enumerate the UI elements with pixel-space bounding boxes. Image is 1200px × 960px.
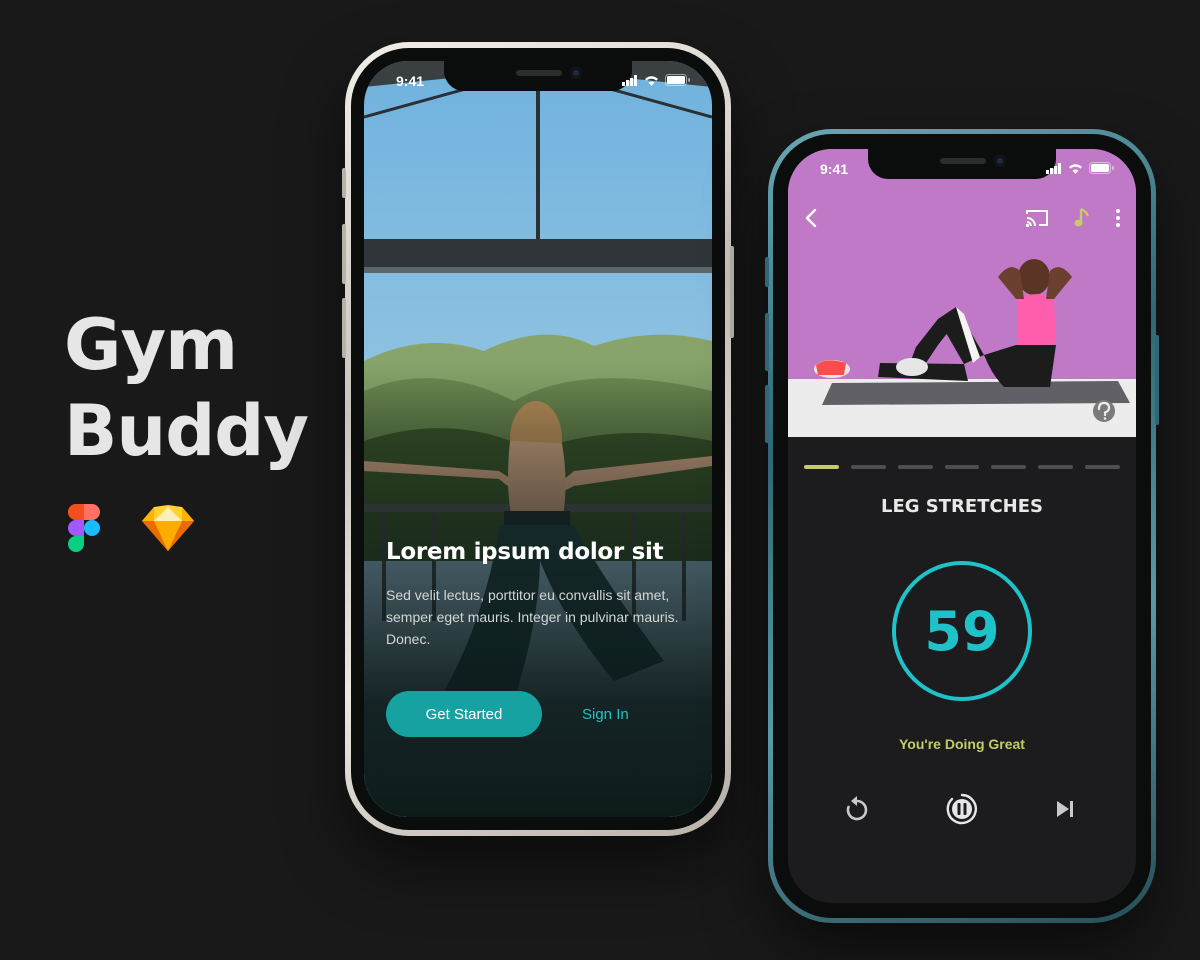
sign-in-link[interactable]: Sign In [582,691,629,737]
progress-segment [804,465,839,469]
help-icon[interactable] [1093,400,1115,422]
music-note-icon[interactable] [1072,207,1092,229]
progress-segment [897,465,933,469]
signal-icon [1046,161,1062,177]
more-vertical-icon[interactable] [1114,208,1122,228]
status-time: 9:41 [820,161,849,177]
progress-segment [1085,465,1121,469]
brand-title: Gym Buddy [64,302,309,474]
status-bar: 9:41 [788,149,1136,189]
countdown-timer: 59 [892,561,1032,701]
encouragement-text: You're Doing Great [899,736,1025,752]
battery-icon [665,73,690,89]
progress-segment [1038,465,1074,469]
workout-screen: 9:41 LEG STRETCHES 59 You're Doing Great [788,149,1136,903]
get-started-button[interactable]: Get Started [386,691,542,737]
progress-segment [991,465,1027,469]
tool-icons [68,504,194,557]
timer-value: 59 [924,599,1000,663]
exercise-title: LEG STRETCHES [880,496,1044,517]
status-time: 9:41 [396,73,425,89]
exercise-video[interactable] [788,149,1136,437]
exercise-image [788,149,1136,437]
wifi-icon [644,73,659,89]
pause-icon[interactable] [946,793,978,825]
player-controls [844,793,1076,825]
onboarding-description: Sed velit lectus, porttitor eu convallis… [386,587,679,647]
onboarding-heading: Lorem ipsum dolor sit [386,539,664,565]
wifi-icon [1068,161,1083,177]
brand-title-line1: Gym [64,304,238,386]
signal-icon [622,73,638,89]
workout-phone: 9:41 LEG STRETCHES 59 You're Doing Great [765,129,1159,923]
exercise-progress [804,465,1121,469]
battery-icon [1089,161,1114,177]
back-icon[interactable] [802,207,822,229]
figma-icon [68,504,100,557]
onboarding-phone: 9:41 Lorem ipsum dolor sit Sed velit lec… [342,42,734,836]
progress-segment [850,465,886,469]
skip-next-icon[interactable] [1054,799,1076,819]
onboarding-screen: 9:41 Lorem ipsum dolor sit Sed velit lec… [364,61,712,817]
progress-segment [944,465,980,469]
cast-icon[interactable] [1024,208,1050,228]
status-bar: 9:41 [364,61,712,101]
restart-icon[interactable] [844,795,870,823]
brand-title-line2: Buddy [64,390,309,472]
sketch-icon [142,505,194,556]
video-toolbar [802,207,1122,229]
